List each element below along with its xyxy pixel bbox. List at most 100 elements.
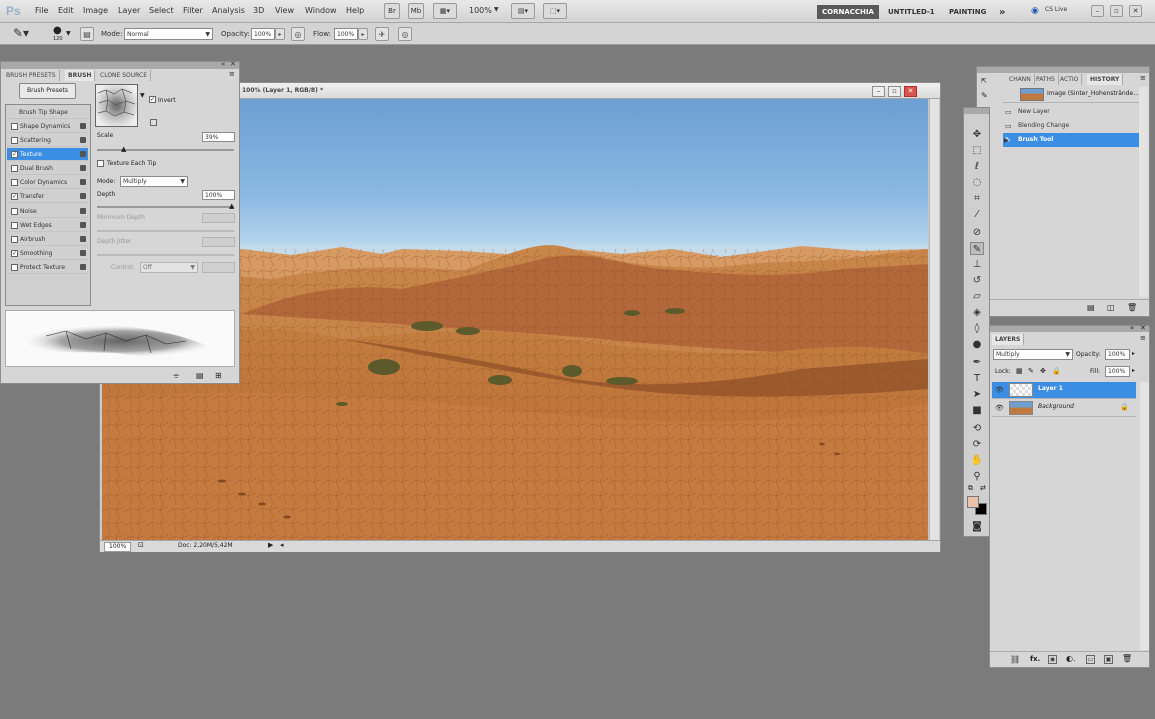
color-dynamics-checkbox[interactable] xyxy=(11,179,18,186)
tab-paths[interactable]: PATHS xyxy=(1033,74,1059,85)
fill-input[interactable]: 100% xyxy=(1105,366,1130,377)
healing-brush-tool-icon[interactable]: ⊘ xyxy=(970,226,984,239)
lock-pixels-icon[interactable]: ✎ xyxy=(1028,367,1034,375)
option-wet-edges[interactable]: Wet Edges xyxy=(7,219,88,232)
crop-tool-icon[interactable]: ⌗ xyxy=(970,192,984,205)
status-menu-icon[interactable]: ⊡ xyxy=(138,541,144,549)
tools-header[interactable] xyxy=(964,108,989,114)
opacity-slider-icon[interactable]: ▸ xyxy=(275,28,285,40)
option-texture[interactable]: ✓ Texture xyxy=(7,148,88,161)
brush-tip-shape-item[interactable]: Brush Tip Shape xyxy=(7,106,88,119)
status-arrow-icon[interactable]: ▶ xyxy=(268,541,273,549)
new-document-from-state-icon[interactable]: ▤ xyxy=(1087,303,1095,312)
rectangle-tool-icon[interactable]: ■ xyxy=(970,404,984,417)
lock-all-icon[interactable]: 🔒 xyxy=(1052,367,1061,375)
fill-slider-icon[interactable]: ▸ xyxy=(1132,367,1135,374)
screen-mode-icon[interactable]: ⬚▾ xyxy=(543,3,567,19)
tab-history[interactable]: HISTORY xyxy=(1087,74,1124,85)
lock-transparency-icon[interactable]: ▦ xyxy=(1016,367,1023,375)
3d-orbit-tool-icon[interactable]: ⟳ xyxy=(970,438,984,451)
scale-slider-handle[interactable]: ▲ xyxy=(121,145,126,153)
layer-style-icon[interactable]: fx. xyxy=(1030,655,1040,663)
menu-view[interactable]: View xyxy=(275,6,294,15)
opacity-input[interactable]: 100% xyxy=(251,28,275,40)
cs-live-label[interactable]: CS Live xyxy=(1045,6,1067,13)
panel-header[interactable] xyxy=(977,67,1149,73)
new-preset-icon[interactable] xyxy=(150,119,157,126)
pen-tool-icon[interactable]: ✒ xyxy=(970,356,984,369)
dodge-tool-icon[interactable]: ● xyxy=(970,338,984,351)
wet-edges-checkbox[interactable] xyxy=(11,222,18,229)
history-snapshot-icon[interactable]: ⇱ xyxy=(981,77,987,85)
panel-menu-icon[interactable]: ≡ xyxy=(1140,74,1146,82)
toggle-bristle-preview-icon[interactable]: ⌯ xyxy=(173,371,179,381)
3d-rotate-tool-icon[interactable]: ⟲ xyxy=(970,422,984,435)
zoom-level[interactable]: 100% xyxy=(469,6,492,15)
dual-brush-checkbox[interactable] xyxy=(11,165,18,172)
foreground-color-swatch[interactable] xyxy=(967,496,979,508)
menu-file[interactable]: File xyxy=(35,6,48,15)
path-selection-tool-icon[interactable]: ➤ xyxy=(970,388,984,401)
lock-icon[interactable] xyxy=(80,179,86,185)
cs-live-icon[interactable]: ◉ xyxy=(1031,6,1039,16)
history-snapshot[interactable]: Image (Sinter_Hohenstrände... xyxy=(1003,87,1140,103)
brush-tool-icon[interactable]: ✎▾ xyxy=(13,26,29,40)
tab-layers[interactable]: LAYERS xyxy=(992,334,1025,345)
create-new-brush-icon[interactable]: ⊞ xyxy=(215,371,222,380)
scale-input[interactable]: 39% xyxy=(202,132,235,142)
new-layer-icon[interactable]: ▣ xyxy=(1104,655,1113,664)
blend-mode-select[interactable]: Multiply ▼ xyxy=(993,349,1073,360)
doc-close-icon[interactable]: ✕ xyxy=(904,86,917,97)
link-layers-icon[interactable]: ⛓ xyxy=(1010,655,1020,664)
eraser-tool-icon[interactable]: ▱ xyxy=(970,290,984,303)
layer-row-background[interactable]: 👁 Background 🔒 xyxy=(992,400,1136,417)
more-workspaces-icon[interactable]: » xyxy=(994,5,1010,19)
option-noise[interactable]: Noise xyxy=(7,205,88,218)
chevron-down-icon[interactable]: ▼ xyxy=(494,6,499,13)
tab-clone-source[interactable]: CLONE SOURCE xyxy=(97,70,152,81)
trash-icon[interactable]: 🗑 xyxy=(1122,654,1132,663)
texture-pattern-swatch[interactable] xyxy=(95,84,138,127)
pattern-picker-icon[interactable]: ▼ xyxy=(140,92,145,99)
lock-icon[interactable] xyxy=(80,264,86,270)
create-snapshot-icon[interactable]: ◫ xyxy=(1107,303,1115,312)
lock-icon[interactable] xyxy=(80,193,86,199)
lock-icon[interactable] xyxy=(80,222,86,228)
lock-icon[interactable] xyxy=(80,208,86,214)
doc-minimize-icon[interactable]: – xyxy=(872,86,885,97)
menu-analysis[interactable]: Analysis xyxy=(212,6,245,15)
menu-3d[interactable]: 3D xyxy=(253,6,264,15)
opacity-slider-icon[interactable]: ▸ xyxy=(1132,350,1135,357)
brush-tool-icon[interactable]: ✎ xyxy=(970,242,984,255)
hand-tool-icon[interactable]: ✋ xyxy=(970,454,984,467)
option-transfer[interactable]: ✓ Transfer xyxy=(7,190,88,203)
new-group-icon[interactable]: ▭ xyxy=(1086,655,1095,664)
history-step-brush-tool[interactable]: ✎ Brush Tool xyxy=(1003,133,1140,147)
workspace-painting[interactable]: PAINTING xyxy=(944,5,991,19)
brush-presets-button[interactable]: Brush Presets xyxy=(19,83,76,99)
open-preset-manager-icon[interactable]: ▤ xyxy=(196,371,204,380)
trash-icon[interactable]: 🗑 xyxy=(1127,303,1137,312)
layer-opacity-input[interactable]: 100% xyxy=(1105,349,1130,360)
scale-slider-track[interactable] xyxy=(97,149,234,151)
eye-icon[interactable]: 👁 xyxy=(995,386,1004,394)
add-mask-icon[interactable]: ◉ xyxy=(1048,655,1057,664)
option-scattering[interactable]: Scattering xyxy=(7,134,88,147)
option-dual-brush[interactable]: Dual Brush xyxy=(7,162,88,175)
texture-mode-select[interactable]: Multiply ▼ xyxy=(120,176,188,187)
tab-actions[interactable]: ACTIO xyxy=(1057,74,1083,85)
menu-help[interactable]: Help xyxy=(346,6,364,15)
airbrush-icon[interactable]: ✈ xyxy=(375,27,389,41)
noise-checkbox[interactable] xyxy=(11,208,18,215)
scroll-left-icon[interactable]: ◂ xyxy=(280,541,284,549)
workspace-untitled[interactable]: UNTITLED-1 xyxy=(883,5,940,19)
maximize-icon[interactable]: ▫ xyxy=(1110,5,1123,17)
quick-selection-tool-icon[interactable]: ◌ xyxy=(970,176,984,189)
control-select[interactable]: Off ▼ xyxy=(140,262,198,273)
tablet-pressure-opacity-icon[interactable]: ◎ xyxy=(291,27,305,41)
flow-slider-icon[interactable]: ▸ xyxy=(358,28,368,40)
workspace-cornacchia[interactable]: CORNACCHIA xyxy=(817,5,879,19)
airbrush-checkbox[interactable] xyxy=(11,236,18,243)
minimize-icon[interactable]: – xyxy=(1091,5,1104,17)
depth-slider-track[interactable] xyxy=(97,206,234,208)
